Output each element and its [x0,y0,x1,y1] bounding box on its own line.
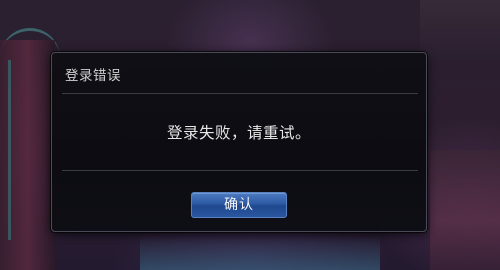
background-pillar [0,40,55,270]
background-rock [430,150,500,270]
login-error-dialog: 登录错误 登录失败，请重试。 确认 [51,52,427,232]
background-scenery [420,0,500,60]
background-glow [140,236,380,270]
footer-divider [62,170,418,171]
confirm-button[interactable]: 确认 [191,192,287,218]
title-divider [62,93,418,94]
error-message: 登录失败，请重试。 [166,124,311,142]
dialog-title: 登录错误 [65,68,121,84]
